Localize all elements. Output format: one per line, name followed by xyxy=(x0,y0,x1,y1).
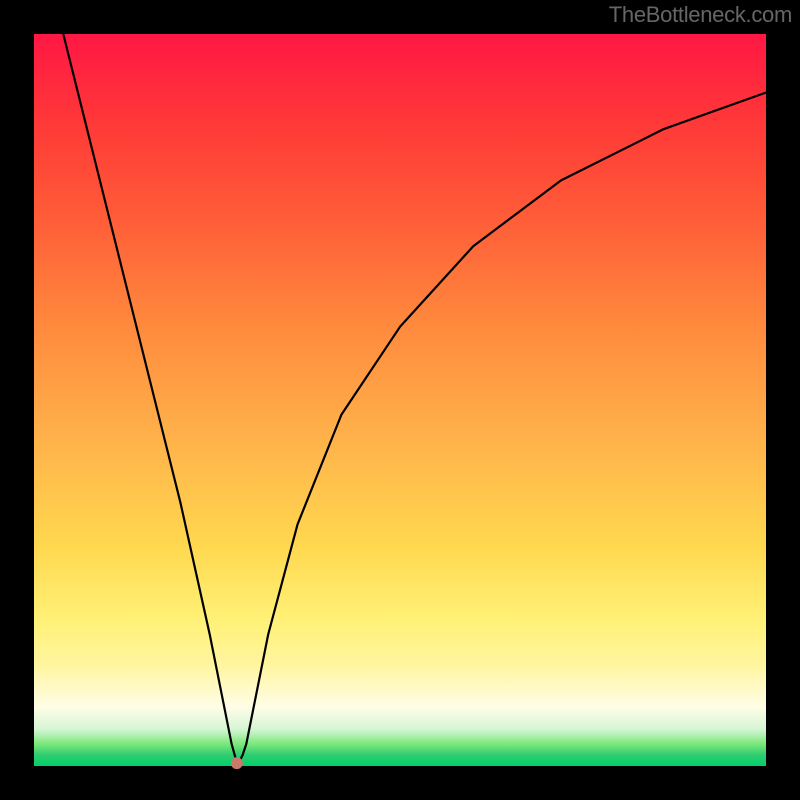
curve-svg xyxy=(34,34,766,766)
optimal-point-marker xyxy=(231,757,243,769)
plot-area xyxy=(34,34,766,766)
watermark-text: TheBottleneck.com xyxy=(609,2,792,28)
bottleneck-curve xyxy=(63,34,766,762)
